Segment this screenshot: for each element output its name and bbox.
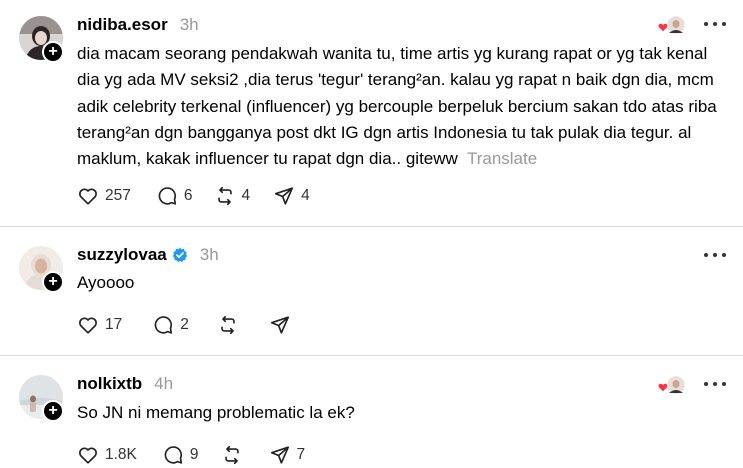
like-button[interactable]: 1.8K	[77, 444, 137, 466]
send-icon	[275, 187, 294, 205]
share-button[interactable]	[269, 314, 291, 336]
post-text: Ayoooo	[77, 270, 727, 296]
post-header: nolkixtb 4h	[77, 372, 173, 396]
more-options-icon[interactable]	[704, 18, 726, 30]
repost-button[interactable]: 4	[214, 185, 251, 207]
timestamp[interactable]: 3h	[200, 245, 219, 265]
heart-icon	[79, 317, 97, 334]
like-button[interactable]: 257	[77, 185, 131, 207]
follow-plus-icon[interactable]: +	[42, 400, 64, 422]
reply-button[interactable]: 9	[162, 444, 199, 466]
like-button[interactable]: 17	[77, 314, 122, 336]
post-actions: 257 6 4 4	[77, 184, 310, 208]
repost-icon	[224, 445, 239, 465]
timestamp[interactable]: 3h	[180, 15, 199, 35]
post-suzzylovaa: + suzzylovaa 3h Ayoooo 17 2	[0, 227, 743, 355]
post-text-content: Ayoooo	[77, 273, 135, 292]
reply-count: 2	[180, 316, 189, 333]
share-count: 7	[296, 446, 306, 463]
heart-icon	[79, 447, 97, 464]
post-actions: 1.8K 9 7	[77, 443, 305, 467]
reply-button[interactable]: 2	[152, 314, 189, 336]
heart-icon	[79, 188, 97, 205]
share-count: 4	[301, 187, 310, 204]
reply-count: 9	[189, 446, 199, 463]
post-text-content: So JN ni memang problematic la ek?	[77, 403, 355, 422]
username[interactable]: nidiba.esor	[77, 15, 168, 35]
follow-plus-icon[interactable]: +	[42, 271, 64, 293]
post-text: dia macam seorang pendakwah wanita tu, t…	[77, 41, 727, 172]
post-header: nidiba.esor 3h	[77, 13, 199, 37]
verified-badge-icon	[172, 247, 187, 262]
repost-count: 4	[241, 187, 251, 204]
share-button[interactable]: 4	[273, 185, 310, 207]
comment-icon	[154, 316, 173, 334]
like-count: 1.8K	[105, 446, 137, 463]
post-text-content: dia macam seorang pendakwah wanita tu, t…	[77, 44, 717, 169]
post-nidiba-esor: + nidiba.esor 3h dia macam seorang penda…	[0, 0, 743, 226]
liked-by-author-icon	[657, 374, 687, 396]
repost-button[interactable]	[217, 314, 239, 336]
send-icon	[270, 316, 289, 334]
more-options-icon[interactable]	[704, 249, 726, 261]
share-button[interactable]: 7	[269, 444, 306, 466]
more-options-icon[interactable]	[704, 378, 726, 390]
repost-icon	[221, 315, 235, 335]
username[interactable]: suzzylovaa	[77, 245, 167, 265]
like-count: 17	[105, 316, 123, 333]
post-header: suzzylovaa 3h	[77, 243, 219, 267]
repost-icon	[217, 186, 232, 206]
username[interactable]: nolkixtb	[77, 374, 142, 394]
comment-icon	[164, 446, 182, 464]
reply-count: 6	[183, 187, 193, 204]
liked-by-author-icon	[657, 14, 687, 36]
post-text: So JN ni memang problematic la ek?	[77, 400, 727, 426]
like-count: 257	[105, 187, 131, 204]
post-nolkixtb: + nolkixtb 4h So JN ni memang problemati…	[0, 356, 743, 468]
comment-icon	[158, 187, 176, 205]
translate-link[interactable]: Translate	[467, 149, 537, 168]
reply-button[interactable]: 6	[156, 185, 193, 207]
send-icon	[270, 446, 289, 464]
follow-plus-icon[interactable]: +	[42, 41, 64, 63]
timestamp[interactable]: 4h	[154, 374, 173, 394]
repost-button[interactable]	[221, 444, 243, 466]
post-actions: 17 2	[77, 313, 291, 337]
